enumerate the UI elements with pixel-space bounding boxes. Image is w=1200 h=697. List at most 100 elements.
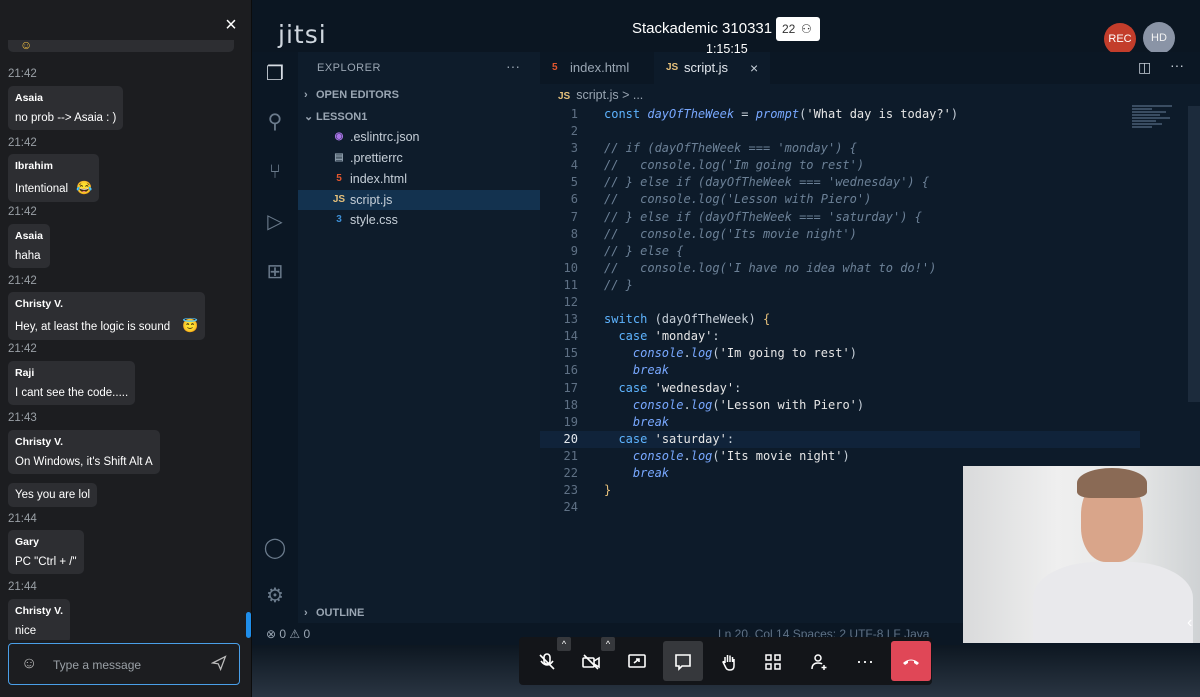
- explorer-more-button[interactable]: ···: [506, 58, 520, 74]
- line-code: case 'saturday':: [618, 431, 735, 446]
- line-number: 23: [563, 483, 578, 498]
- js-file-icon: JS: [558, 91, 571, 102]
- camera-off-icon: [582, 654, 600, 670]
- close-tab-icon[interactable]: ×: [750, 52, 758, 84]
- tab-script-js[interactable]: JS script.js ×: [654, 52, 770, 84]
- more-actions-button[interactable]: ···: [845, 641, 885, 681]
- participant-video-thumbnail[interactable]: ‹: [963, 466, 1200, 643]
- message-bubble: Christy V. Hey, at least the logic is so…: [8, 292, 206, 340]
- code-lines[interactable]: 1 const dayOfTheWeek = prompt('What day i…: [540, 106, 1140, 516]
- source-control-icon[interactable]: ⑂: [263, 160, 287, 184]
- participants-button[interactable]: [799, 641, 839, 681]
- outline-label: OUTLINE: [316, 607, 365, 619]
- line-number: 11: [563, 277, 578, 292]
- chat-scrollbar[interactable]: [246, 612, 251, 638]
- minimap[interactable]: [1132, 104, 1188, 144]
- file-item[interactable]: 3 style.css: [298, 210, 540, 230]
- line-number: 21: [563, 448, 578, 463]
- line-number: 17: [563, 380, 578, 395]
- raise-hand-button[interactable]: [709, 641, 749, 681]
- line-number: 3: [570, 141, 578, 156]
- line-code: console.log('Lesson with Piero'): [632, 397, 865, 412]
- line-code: // } else if (dayOfTheWeek === 'saturday…: [604, 209, 922, 224]
- meeting-timer: 1:15:15: [706, 42, 748, 56]
- message-text: Hey, at least the logic is sound: [15, 321, 171, 333]
- file-name: style.css: [350, 213, 398, 227]
- run-debug-icon[interactable]: ▷: [263, 210, 287, 234]
- add-participant-icon: [811, 654, 827, 671]
- participant-hair: [1077, 468, 1147, 498]
- split-editor-icon[interactable]: ◫: [1138, 59, 1151, 76]
- account-icon[interactable]: ◯: [263, 536, 287, 560]
- message-bubble: Asaia no prob --> Asaia : ): [8, 86, 124, 130]
- code-line: 6 // console.log('Lesson with Piero'): [540, 191, 1140, 208]
- message-bubble: Gary PC "Ctrl + /": [8, 530, 84, 574]
- code-line: 8 // console.log('Its movie night'): [540, 226, 1140, 243]
- code-line: 2: [540, 123, 1140, 140]
- chevron-left-icon[interactable]: ‹: [1187, 614, 1192, 632]
- search-icon[interactable]: ⚲: [263, 110, 287, 134]
- code-line: 5 // } else if (dayOfTheWeek === 'wednesd…: [540, 174, 1140, 191]
- more-icon: ···: [856, 651, 874, 671]
- open-editors-section[interactable]: › OPEN EDITORS: [304, 89, 399, 101]
- js-file-icon: JS: [666, 62, 679, 73]
- send-icon[interactable]: [210, 655, 229, 673]
- hangup-button[interactable]: [891, 641, 931, 681]
- message-sender: Gary: [15, 536, 39, 548]
- participant-count-badge[interactable]: 22 ⚇: [776, 17, 820, 41]
- message-time: 21:44: [8, 513, 37, 525]
- editor-more-button[interactable]: ···: [1170, 57, 1184, 73]
- line-number: 6: [570, 192, 578, 207]
- breadcrumb-file[interactable]: script.js: [576, 88, 618, 102]
- meeting-title: Stackademic 310331: [632, 20, 773, 37]
- line-code: break: [632, 363, 670, 378]
- problems-status[interactable]: ⊗ 0 ⚠ 0: [266, 623, 310, 645]
- close-chat-button[interactable]: ×: [222, 15, 240, 35]
- message-time: 21:42: [8, 343, 37, 355]
- file-item[interactable]: 5 index.html: [298, 169, 540, 189]
- line-code: // }: [604, 277, 633, 292]
- outline-section[interactable]: › OUTLINE: [304, 607, 364, 619]
- settings-gear-icon[interactable]: ⚙: [263, 584, 287, 608]
- message-bubble: Yes you are lol: [8, 483, 98, 507]
- folder-label: LESSON1: [316, 111, 368, 123]
- code-line: 21 console.log('Its movie night'): [540, 448, 1140, 465]
- explorer-icon[interactable]: ❐: [263, 62, 287, 86]
- breadcrumb-rest[interactable]: > ...: [622, 88, 643, 102]
- line-code: // console.log('I have no idea what to d…: [604, 260, 937, 275]
- line-number: 2: [570, 124, 578, 139]
- line-code: switch (dayOfTheWeek) {: [604, 312, 771, 327]
- message-text: Yes you are lol: [15, 489, 91, 501]
- mute-microphone-button[interactable]: ^: [527, 637, 571, 681]
- folder-section[interactable]: ⌄ LESSON1: [304, 110, 367, 123]
- message-sender: Ibrahim: [15, 160, 53, 172]
- code-line: 19 break: [540, 414, 1140, 431]
- share-screen-button[interactable]: [617, 641, 657, 681]
- file-item-selected[interactable]: JS script.js: [298, 190, 540, 210]
- extensions-icon[interactable]: ⊞: [263, 260, 287, 284]
- file-item[interactable]: ▤ .prettierrc: [298, 148, 540, 168]
- chevron-up-icon[interactable]: ^: [557, 637, 571, 651]
- toggle-camera-button[interactable]: ^: [571, 637, 615, 681]
- hand-icon: [722, 655, 735, 672]
- chevron-up-icon[interactable]: ^: [601, 637, 615, 651]
- conference-stage: jitsi Stackademic 310331 22 ⚇ REC HD ❐ ⚲…: [252, 0, 1200, 697]
- editor-scrollbar[interactable]: [1188, 106, 1200, 402]
- tile-view-button[interactable]: [753, 641, 793, 681]
- line-number: 1: [570, 107, 578, 121]
- line-number: 24: [563, 500, 578, 515]
- emoji-picker-icon[interactable]: ☺: [21, 655, 39, 673]
- message-input[interactable]: [53, 654, 203, 676]
- file-item[interactable]: ◉ .eslintrc.json: [298, 127, 540, 147]
- tab-index-html[interactable]: 5 index.html: [540, 52, 654, 84]
- line-code: }: [604, 483, 612, 498]
- message-time: 21:42: [8, 206, 37, 218]
- js-file-icon: JS: [332, 194, 346, 205]
- message-text: On Windows, it's Shift Alt A: [15, 456, 153, 468]
- avatar[interactable]: HD: [1143, 22, 1175, 54]
- chat-input-box: ☺: [8, 643, 240, 685]
- code-line: 18 console.log('Lesson with Piero'): [540, 397, 1140, 414]
- line-number: 16: [563, 363, 578, 378]
- message-bubble: Asaia haha: [8, 224, 51, 268]
- chat-toggle-button[interactable]: [663, 641, 703, 681]
